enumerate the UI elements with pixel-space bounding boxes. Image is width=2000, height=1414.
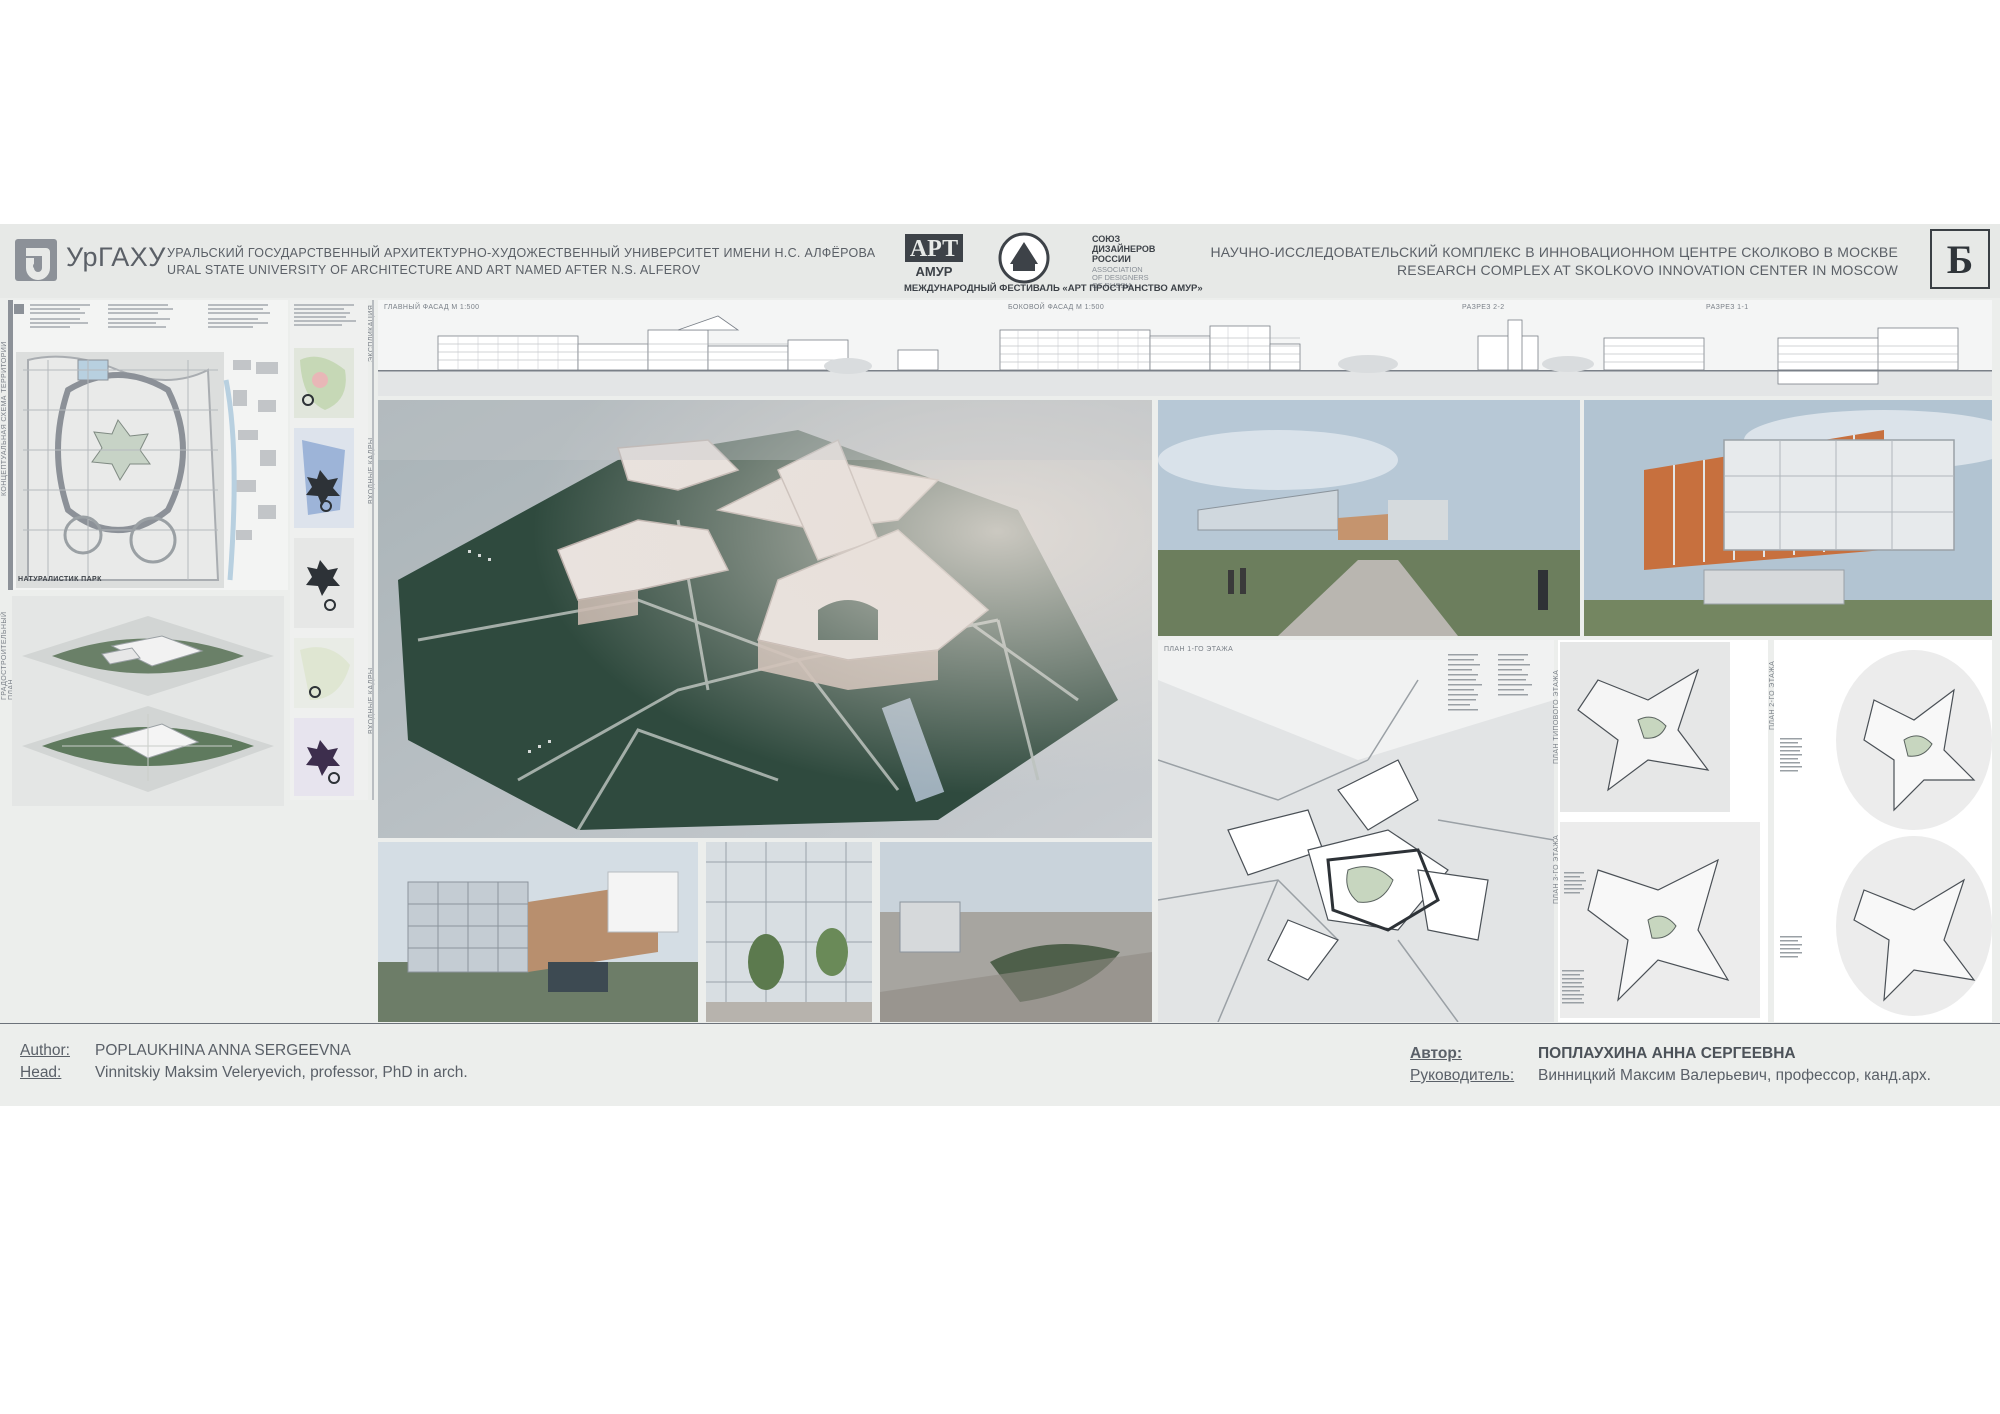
facades-drawing	[378, 315, 1992, 396]
union-designers-logo-icon: СОЮЗ ДИЗАЙНЕРОВ РОССИИ ASSOCIATION OF DE…	[1092, 234, 1156, 290]
svg-text:ДИЗАЙНЕРОВ: ДИЗАЙНЕРОВ	[1092, 243, 1156, 254]
poster-header: УрГАХУ УРАЛЬСКИЙ ГОСУДАРСТВЕННЫЙ АРХИТЕК…	[0, 224, 2000, 298]
plan-typical-title: ПЛАН ТИПОВОГО ЭТАЖА	[1553, 669, 1560, 764]
plan-first-floor-drawing	[1158, 640, 1554, 1022]
head-label-en: Head:	[20, 1064, 62, 1081]
project-title-en: RESEARCH COMPLEX AT SKOLKOVO INNOVATION …	[1396, 262, 1898, 278]
head-name-ru: Винницкий Максим Валерьевич, профессор, …	[1538, 1067, 1931, 1084]
plan-second-floor	[1774, 640, 1992, 1022]
project-title-ru: НАУЧНО-ИССЛЕДОВАТЕЛЬСКИЙ КОМПЛЕКС В ИННО…	[1210, 244, 1898, 260]
render-facade-image	[378, 842, 698, 1022]
render-facade-view	[378, 842, 698, 1022]
section-11-title: РАЗРЕЗ 1-1	[1706, 304, 1749, 311]
plan-typical-floor	[1558, 640, 1768, 1022]
head-label-ru: Руководитель:	[1410, 1067, 1515, 1084]
university-name: УРАЛЬСКИЙ ГОСУДАРСТВЕННЫЙ АРХИТЕКТУРНО-Х…	[167, 245, 875, 279]
concept-diagrams-column	[290, 300, 368, 800]
aerial-render-image	[378, 400, 1152, 838]
render-atrium-image	[706, 842, 872, 1022]
author-label-en: Author:	[20, 1042, 70, 1059]
site-plan-drawing	[8, 300, 288, 590]
author-label-ru: Автор:	[1410, 1045, 1463, 1062]
art-logo-bottom: АМУР	[916, 264, 953, 279]
plan-3-title: ПЛАН 3-ГО ЭТАЖА	[1553, 834, 1560, 904]
section-22-title: РАЗРЕЗ 2-2	[1462, 304, 1505, 311]
render-perspective-2	[1584, 400, 1992, 636]
axonometric-drawings	[12, 596, 284, 806]
university-name-ru: УРАЛЬСКИЙ ГОСУДАРСТВЕННЫЙ АРХИТЕКТУРНО-Х…	[167, 246, 876, 260]
site-plan-panel: НАТУРАЛИСТИК ПАРК	[8, 300, 288, 590]
university-logo-text: УрГАХУ	[66, 242, 166, 272]
art-logo-top: АРТ	[910, 236, 958, 262]
festival-caption: МЕЖДУНАРОДНЫЙ ФЕСТИВАЛЬ «АРТ ПРОСТРАНСТВ…	[904, 283, 1203, 294]
poster-sheet: УрГАХУ УРАЛЬСКИЙ ГОСУДАРСТВЕННЫЙ АРХИТЕК…	[0, 224, 2000, 1106]
render-perspective-1	[1158, 400, 1580, 636]
art-amur-logo-icon: АРТ АМУР	[905, 234, 963, 279]
head-name-en: Vinnitskiy Maksim Veleryevich, professor…	[95, 1064, 468, 1081]
urgahu-logo-icon	[15, 239, 57, 281]
plan-first-floor: ПЛАН 1-ГО ЭТАЖА	[1158, 640, 1554, 1022]
render-perspective-1-image	[1158, 400, 1580, 636]
university-name-en: URAL STATE UNIVERSITY OF ARCHITECTURE AN…	[167, 263, 701, 277]
svg-text:РОССИИ: РОССИИ	[1092, 254, 1131, 264]
plan-second-floor-drawing	[1774, 640, 1992, 1022]
facades-strip: ГЛАВНЫЙ ФАСАД М 1:500 БОКОВОЙ ФАСАД М 1:…	[378, 300, 1992, 396]
axonometric-views-panel	[12, 596, 284, 806]
render-courtyard-image	[880, 842, 1152, 1022]
render-atrium-view	[706, 842, 872, 1022]
poster-footer: Author: POPLAUKHINA ANNA SERGEEVNA Head:…	[0, 1024, 2000, 1106]
render-perspective-2-image	[1584, 400, 1992, 636]
park-label: НАТУРАЛИСТИК ПАРК	[18, 576, 102, 583]
svg-text:СОЮЗ: СОЮЗ	[1092, 234, 1121, 244]
side-facade-title: БОКОВОЙ ФАСАД М 1:500	[1008, 304, 1105, 311]
render-courtyard-view	[880, 842, 1152, 1022]
author-name-en: POPLAUKHINA ANNA SERGEEVNA	[95, 1042, 351, 1059]
amgu-seal-icon	[998, 232, 1050, 284]
main-facade-title: ГЛАВНЫЙ ФАСАД М 1:500	[384, 304, 480, 311]
sheet-letter-badge: Б	[1930, 229, 1990, 289]
author-name-ru: ПОПЛАУХИНА АННА СЕРГЕЕВНА	[1538, 1045, 1796, 1062]
project-title: НАУЧНО-ИССЛЕДОВАТЕЛЬСКИЙ КОМПЛЕКС В ИННО…	[1210, 243, 1898, 279]
aerial-render	[378, 400, 1152, 838]
concept-diagrams	[290, 300, 368, 800]
column-divider	[372, 300, 374, 800]
plan-typical-floor-drawing	[1558, 640, 1768, 1022]
plan-1-title: ПЛАН 1-ГО ЭТАЖА	[1164, 646, 1234, 653]
left-vertical-label-1: КОНЦЕПТУАЛЬНАЯ СХЕМА ТЕРРИТОРИИ	[1, 341, 8, 496]
plan-2-title: ПЛАН 2-ГО ЭТАЖА	[1769, 660, 1776, 730]
